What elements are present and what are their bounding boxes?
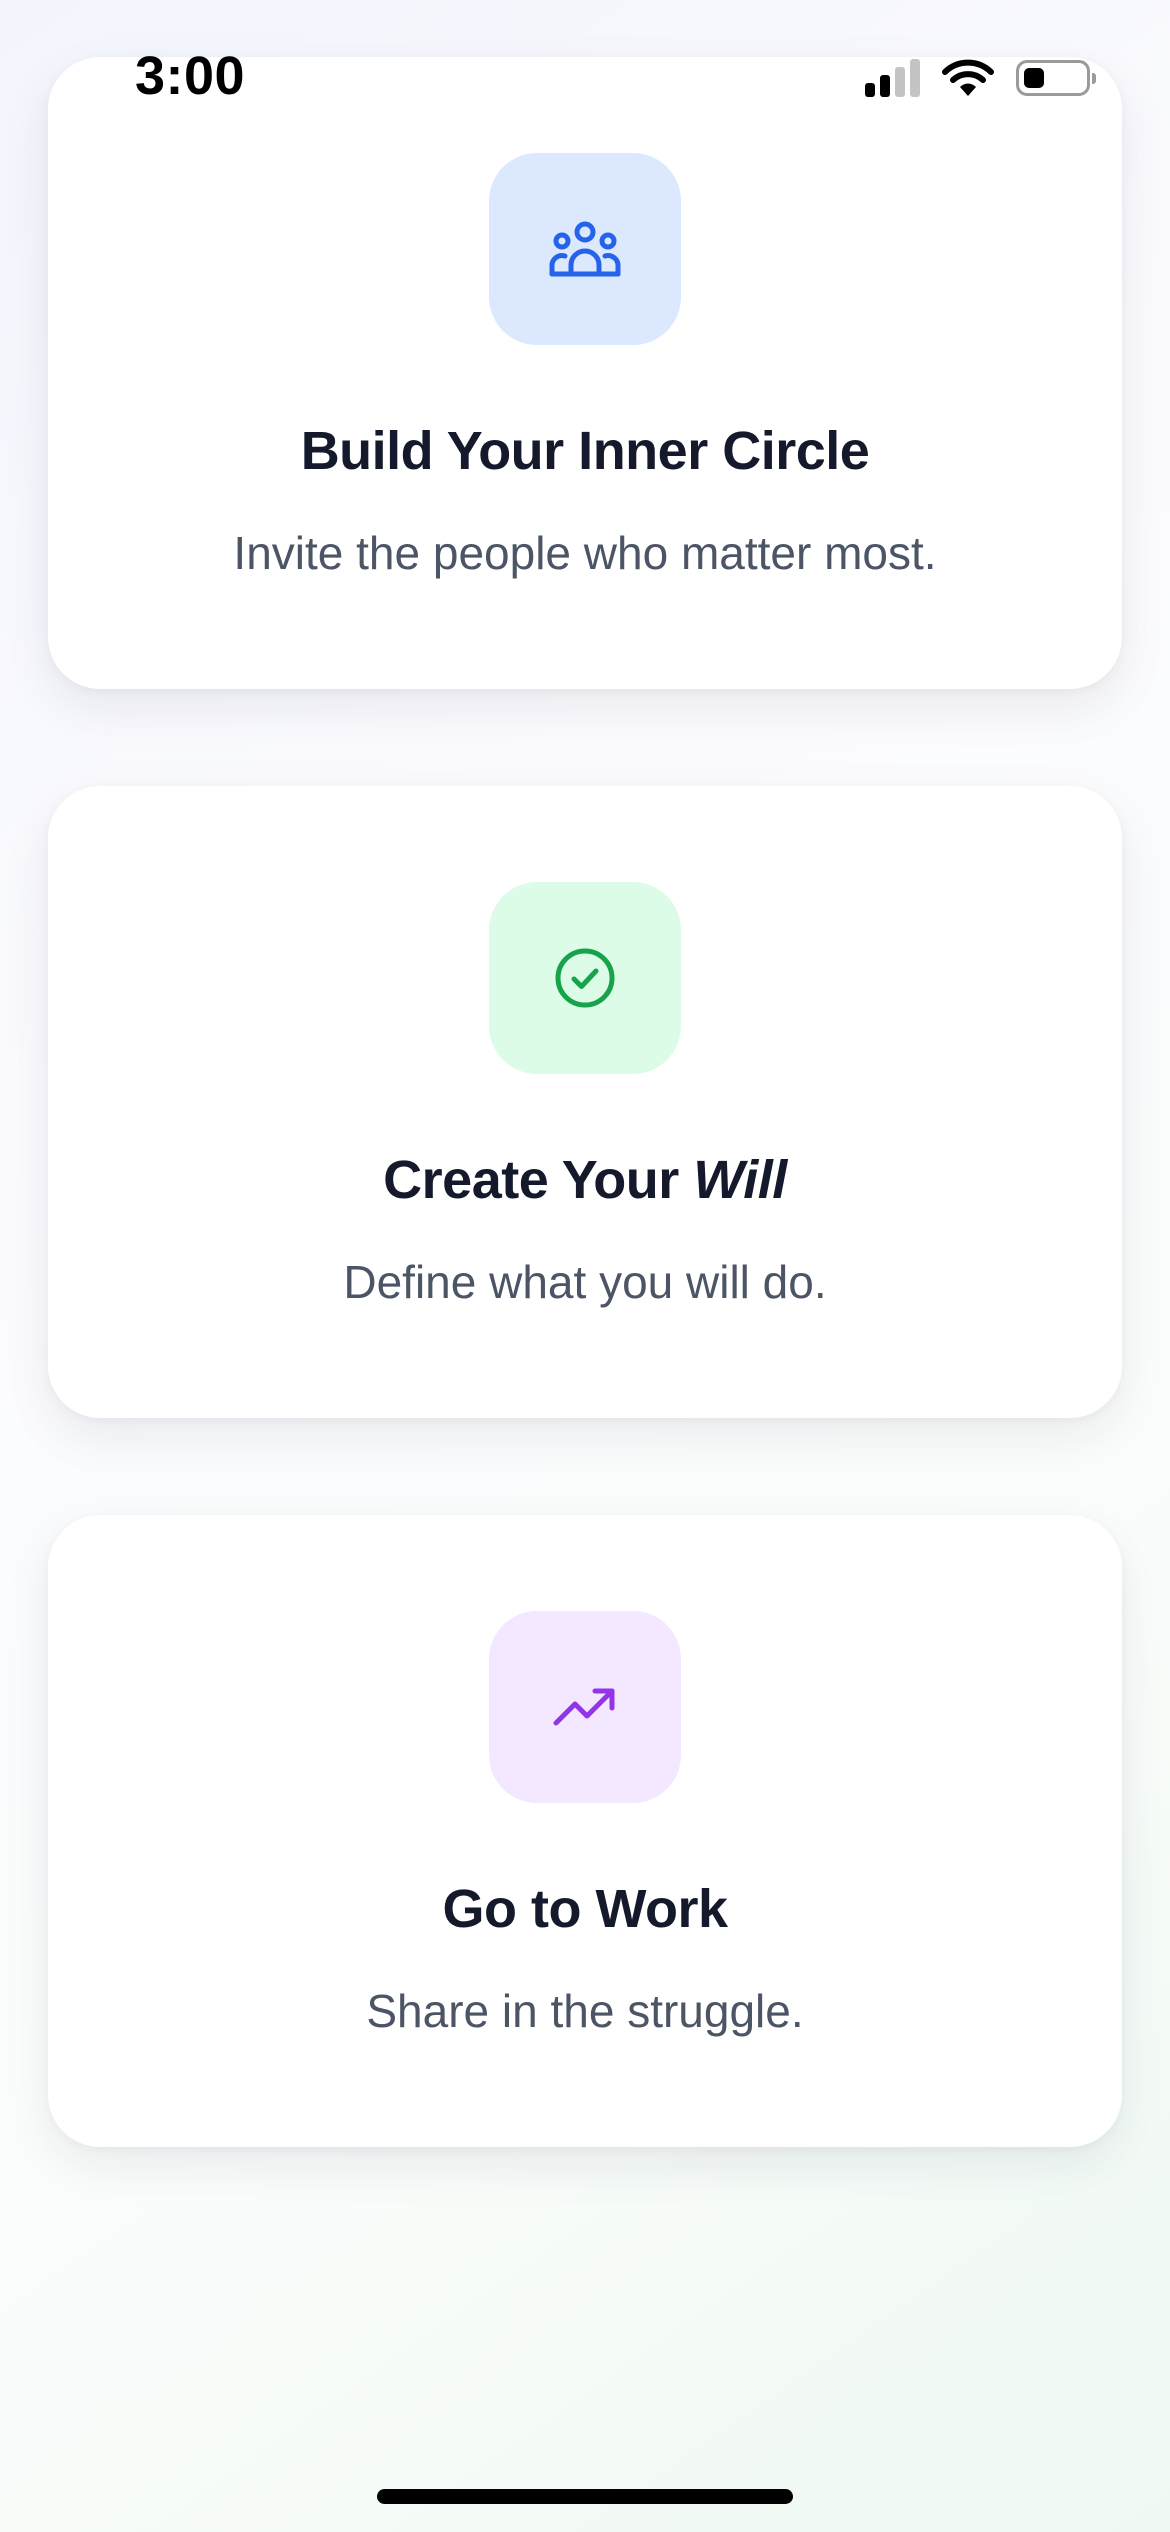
card-subtitle: Define what you will do. — [343, 1256, 827, 1308]
home-indicator[interactable] — [377, 2489, 793, 2504]
card-title: Go to Work — [442, 1879, 729, 1939]
card-title-emphasis: Will — [693, 1150, 787, 1210]
icon-tile — [489, 1611, 681, 1803]
onboarding-card-inner-circle: Build Your Inner Circle Invite the peopl… — [48, 57, 1122, 689]
icon-tile — [489, 153, 681, 345]
onboarding-card-create-will: Create Your Will Define what you will do… — [48, 786, 1122, 1418]
card-subtitle: Share in the struggle. — [366, 1985, 804, 2037]
cellular-signal-icon — [865, 59, 920, 97]
battery-icon — [1016, 60, 1096, 96]
status-icons — [865, 54, 1096, 102]
status-bar: 3:00 — [0, 0, 1170, 150]
card-title: Build Your Inner Circle — [300, 421, 870, 481]
card-subtitle: Invite the people who matter most. — [233, 527, 937, 579]
trending-up-icon — [553, 1688, 615, 1726]
users-group-icon — [549, 221, 621, 277]
check-circle-icon — [555, 948, 615, 1008]
card-title: Create Your Will — [48, 1148, 1122, 1212]
status-time: 3:00 — [135, 46, 246, 106]
card-title-prefix: Create Your — [383, 1150, 694, 1210]
onboarding-card-go-to-work: Go to Work Share in the struggle. — [48, 1515, 1122, 2147]
icon-tile — [489, 882, 681, 1074]
wifi-icon — [942, 59, 994, 96]
